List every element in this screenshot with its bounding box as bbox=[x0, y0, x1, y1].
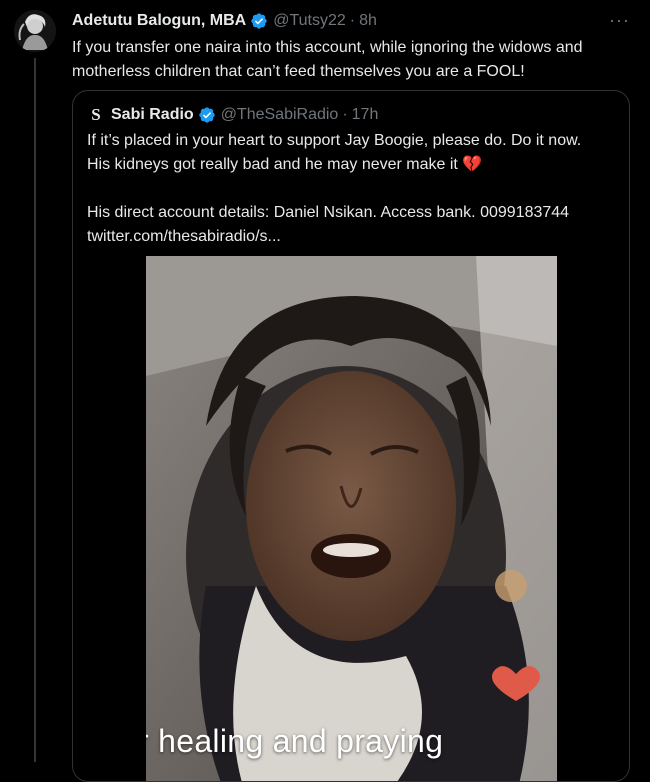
verified-badge-icon bbox=[250, 12, 268, 30]
quoted-avatar: S bbox=[91, 105, 101, 124]
quoted-text-line: His kidneys got really bad and he may ne… bbox=[87, 156, 483, 173]
tweet-time[interactable]: 8h bbox=[359, 12, 377, 30]
quoted-video[interactable]: r healing and praying bbox=[146, 256, 557, 781]
quoted-text-line: His direct account details: Daniel Nsika… bbox=[87, 204, 570, 221]
quoted-handle: @TheSabiRadio bbox=[220, 106, 339, 123]
author-name[interactable]: Adetutu Balogun, MBA bbox=[72, 12, 246, 30]
author-avatar[interactable] bbox=[14, 10, 56, 52]
video-caption: r healing and praying bbox=[146, 723, 444, 759]
quoted-separator-dot: · bbox=[342, 106, 348, 123]
quoted-tweet[interactable]: S Sabi Radio @TheSabiRadio · 17h If it’s… bbox=[72, 90, 630, 782]
quoted-verified-badge-icon bbox=[198, 106, 216, 124]
tweet-text: If you transfer one naira into this acco… bbox=[72, 39, 583, 80]
separator-dot: · bbox=[349, 12, 356, 29]
quoted-header: S Sabi Radio @TheSabiRadio · 17h bbox=[87, 104, 378, 126]
quoted-text-line: If it’s placed in your heart to support … bbox=[87, 132, 582, 149]
quoted-time: 17h bbox=[351, 106, 379, 123]
thread-line bbox=[34, 58, 36, 762]
more-options-icon[interactable]: ··· bbox=[609, 10, 630, 31]
tweet: Adetutu Balogun, MBA @Tutsy22 · 8h ··· I… bbox=[0, 0, 650, 782]
author-handle[interactable]: @Tutsy22 bbox=[273, 12, 346, 30]
quoted-text: If it’s placed in your heart to support … bbox=[87, 129, 612, 249]
quoted-author-name: Sabi Radio bbox=[111, 106, 194, 123]
tweet-header: Adetutu Balogun, MBA @Tutsy22 · 8h bbox=[72, 10, 377, 32]
quoted-link[interactable]: twitter.com/thesabiradio/s... bbox=[87, 225, 612, 249]
video-frame-image bbox=[146, 256, 557, 781]
